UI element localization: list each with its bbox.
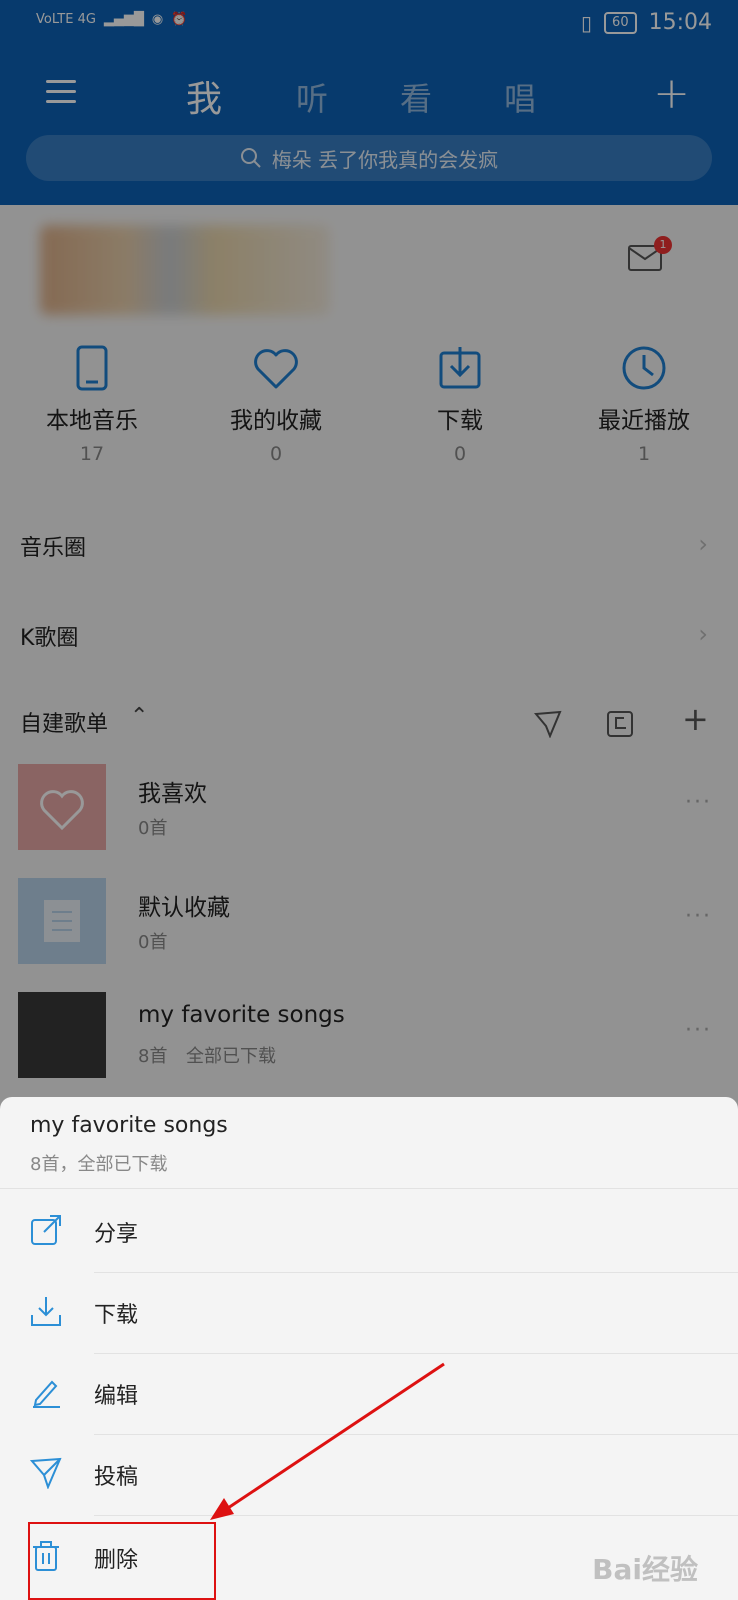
share-icon bbox=[31, 1215, 61, 1245]
option-label: 下载 bbox=[94, 1303, 139, 1328]
send-icon bbox=[30, 1457, 62, 1489]
share-option[interactable]: 分享 bbox=[0, 1192, 738, 1272]
divider bbox=[0, 1188, 738, 1189]
submit-option[interactable]: 投稿 bbox=[0, 1435, 738, 1515]
watermark: Bai经验 bbox=[592, 1553, 698, 1586]
download-option[interactable]: 下载 bbox=[0, 1273, 738, 1353]
divider bbox=[94, 1515, 738, 1516]
sheet-subtitle: 8首，全部已下载 bbox=[30, 1154, 168, 1175]
download-icon bbox=[31, 1297, 61, 1326]
option-label: 编辑 bbox=[94, 1384, 139, 1409]
edit-option[interactable]: 编辑 bbox=[0, 1354, 738, 1434]
highlight-box bbox=[28, 1522, 216, 1600]
edit-icon bbox=[33, 1380, 60, 1408]
option-label: 分享 bbox=[94, 1222, 139, 1247]
option-label: 投稿 bbox=[94, 1465, 139, 1490]
sheet-title: my favorite songs bbox=[30, 1113, 228, 1138]
